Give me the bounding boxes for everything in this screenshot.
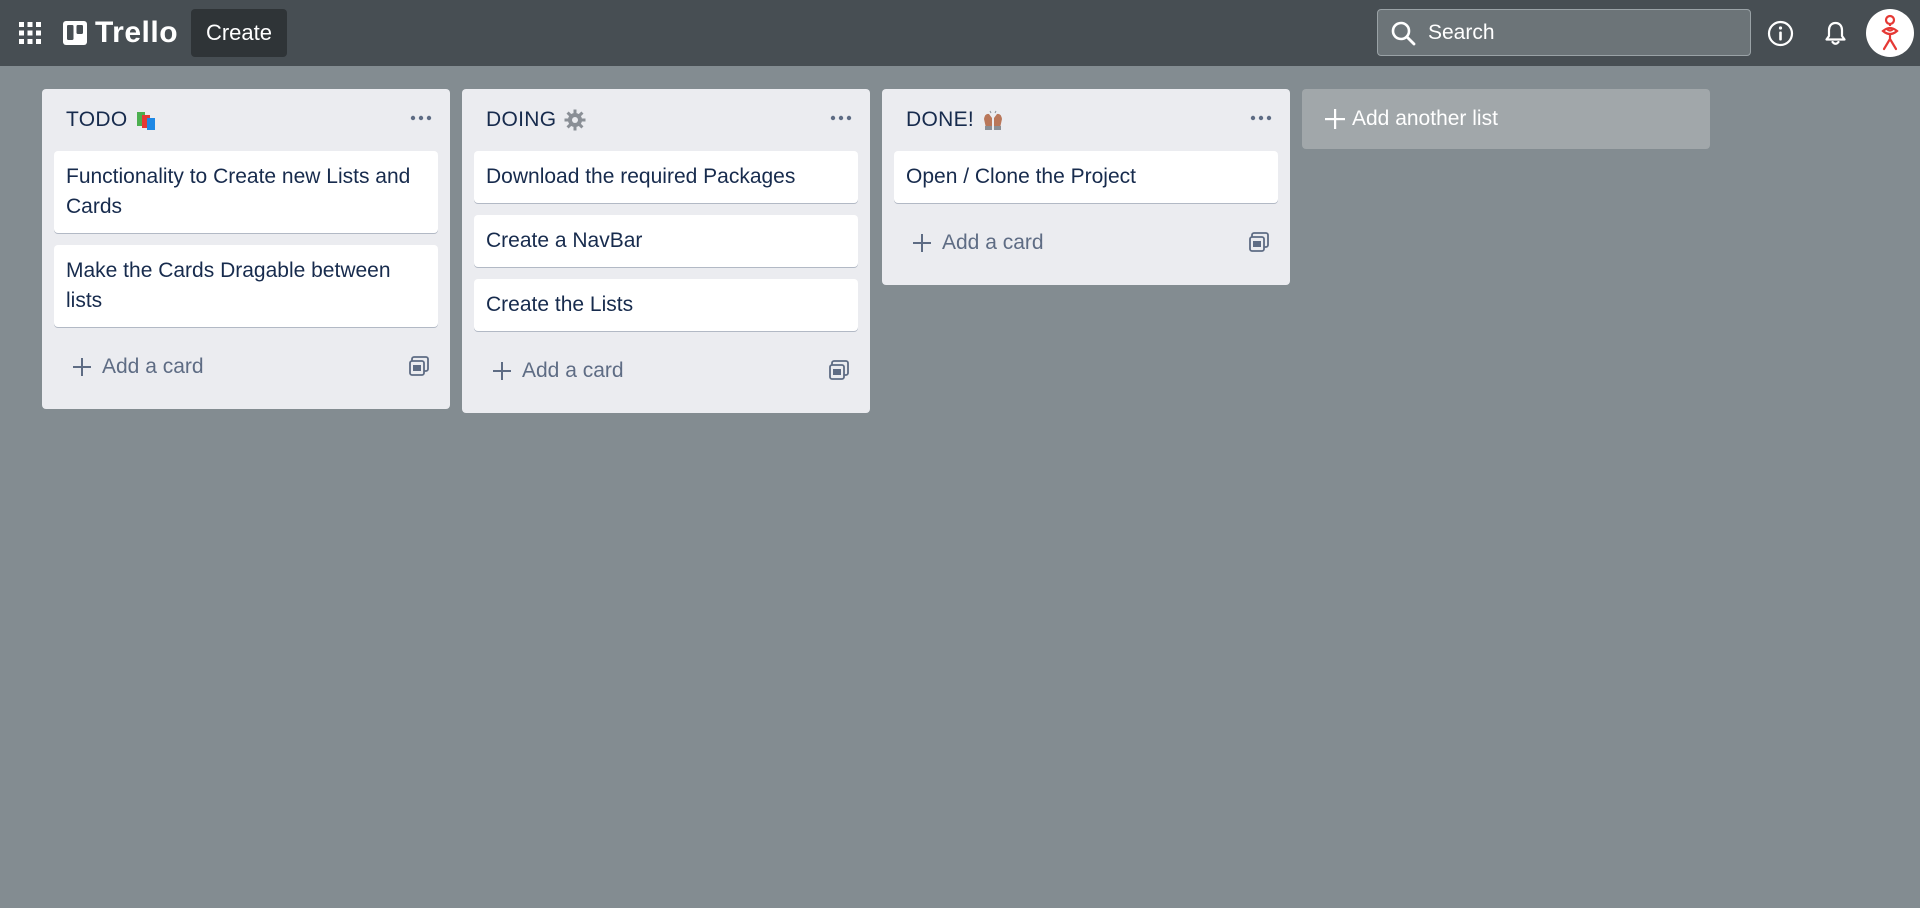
list-header: DONE! [882,89,1290,151]
gear-icon [564,109,586,131]
add-card-button[interactable]: Add a card [54,339,438,395]
notification-bell-icon[interactable] [1822,20,1849,47]
card[interactable]: Make the Cards Dragable between lists [54,245,438,327]
card[interactable]: Create a NavBar [474,215,858,267]
search-input[interactable] [1426,19,1730,46]
add-list-label: Add another list [1352,107,1498,130]
card[interactable]: Download the required Packages [474,151,858,203]
raised-hands-icon [984,110,1003,130]
add-card-button[interactable]: Add a card [894,215,1278,271]
add-card-label: Add a card [942,231,1044,254]
list-header: TODO [42,89,450,151]
list-title[interactable]: DOING [486,108,556,132]
add-card-button[interactable]: Add a card [474,343,858,399]
app-name: Trello [95,16,179,49]
list-doing: DOING Download the required Packages Cre… [462,89,870,413]
card[interactable]: Functionality to Create new Lists and Ca… [54,151,438,233]
trello-board-icon [63,21,87,45]
books-icon [137,112,156,130]
user-avatar-icon [1881,14,1899,51]
list-title[interactable]: DONE! [906,108,974,132]
plus-icon [73,358,91,376]
create-button[interactable]: Create [191,9,287,57]
trello-logo[interactable]: Trello [63,18,178,48]
search-icon [1391,21,1416,45]
apps-grid-icon[interactable] [19,22,41,44]
card[interactable]: Create the Lists [474,279,858,331]
card-template-icon[interactable] [408,355,430,377]
list-menu-button[interactable] [404,103,438,133]
list-menu-button[interactable] [1244,103,1278,133]
card-template-icon[interactable] [828,359,850,381]
add-list-button[interactable]: Add another list [1302,89,1710,149]
add-card-label: Add a card [522,359,624,382]
info-icon[interactable] [1767,20,1794,47]
list-title[interactable]: TODO [66,108,127,132]
more-horizontal-icon [830,115,852,121]
list-done: DONE! Open / Clone the Project Add a car… [882,89,1290,285]
list-header: DOING [462,89,870,151]
add-card-label: Add a card [102,355,204,378]
avatar[interactable] [1866,9,1914,57]
more-horizontal-icon [1250,115,1272,121]
top-navbar: Trello Create [0,0,1920,66]
plus-icon [913,234,931,252]
card-template-icon[interactable] [1248,231,1270,253]
plus-icon [1325,109,1345,129]
search-box[interactable] [1377,9,1751,56]
card[interactable]: Open / Clone the Project [894,151,1278,203]
plus-icon [493,362,511,380]
more-horizontal-icon [410,115,432,121]
list-menu-button[interactable] [824,103,858,133]
list-todo: TODO Functionality to Create new Lists a… [42,89,450,409]
